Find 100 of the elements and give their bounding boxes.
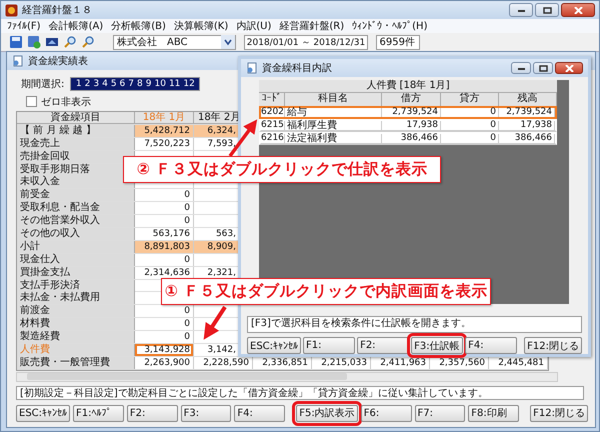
row-label: 未払金・未払費用 (17, 292, 135, 304)
row-label: 前渡金 (17, 305, 135, 318)
table-cell-text: 2,336,851 (261, 356, 309, 369)
table-cell-text: 2,228,590 (202, 356, 250, 369)
window-title: 資金繰実績表 (28, 54, 88, 68)
close-button[interactable] (561, 3, 595, 17)
scroll-thumb[interactable] (27, 372, 347, 380)
table-cell: 福利厚生費 (285, 121, 382, 130)
hint-message: [F3]で選択科目を検索条件に仕訳帳を開きます。 (247, 316, 582, 333)
table-cell: 給与 (285, 108, 382, 117)
table-cell: 17,938 (382, 121, 441, 130)
document-icon (12, 55, 24, 67)
table-cell: 5,428,712 (135, 124, 193, 137)
close-button[interactable] (555, 62, 583, 74)
row-label: 材料費 (17, 318, 135, 330)
menu-item[interactable]: ｳｨﾝﾄﾞｳ・ﾍﾙﾌﾟ(H) (352, 20, 428, 32)
row-label: 前受金 (17, 189, 135, 202)
menu-item[interactable]: ﾌｧｲﾙ(F) (7, 20, 41, 32)
menu-item[interactable]: 会計帳簿(A) (48, 19, 104, 33)
function-key-button[interactable]: F2: (126, 404, 178, 422)
row-label: 現金仕入 (17, 254, 135, 266)
close-icon (564, 64, 574, 72)
close-icon (574, 6, 582, 14)
table-cell: 2,739,524 (382, 108, 441, 117)
minimize-button[interactable] (511, 62, 531, 74)
callout: ② Ｆ３又はダブルクリックで仕訳を表示 (123, 156, 441, 183)
row-label: 売掛金回収 (17, 150, 135, 163)
row-label: 買掛金支払 (17, 266, 135, 279)
function-key-button[interactable]: F7: (414, 404, 466, 422)
table-cell-text: 563,176 (152, 228, 191, 240)
column-header: 資金繰項目 (17, 112, 135, 124)
function-key-button[interactable]: F6: (360, 404, 412, 422)
row-label: 現金売上 (17, 138, 135, 150)
menu-item[interactable]: 内訳(U) (236, 19, 272, 33)
function-key-button[interactable]: F4: (234, 404, 286, 422)
row-label: 受取利息・配当金 (17, 202, 135, 214)
menu-item[interactable]: 経営羅針盤(R) (279, 19, 344, 33)
maximize-icon (542, 6, 552, 14)
status-message: [初期設定－科目設定]で勘定科目ごとに設定した「借方資金繰」「貸方資金繰」に従い集計しています。 (16, 386, 584, 400)
app-icon (5, 4, 18, 16)
table-cell-text: 2,321, (206, 266, 237, 279)
function-key-button[interactable]: F12:閉じる (524, 337, 582, 354)
function-key-button[interactable]: F8:印刷 (468, 404, 520, 422)
table-cell: 6216 (261, 134, 285, 143)
row-label: 小計 (17, 240, 135, 253)
row-label: その他の収入 (17, 228, 135, 240)
monitor-icon[interactable] (45, 35, 59, 49)
checkbox[interactable] (26, 96, 37, 107)
function-key-button[interactable]: F1: (303, 337, 356, 354)
table-cell-text: 0 (183, 189, 191, 202)
column-header: 残高 (499, 93, 557, 106)
minimize-icon (516, 7, 526, 13)
menu-item[interactable]: 分析帳簿(B) (111, 19, 166, 33)
table-cell: 8,891,803 (135, 240, 193, 253)
table-title: 人件費 [18年 1月] (259, 80, 557, 93)
table-cell: 0 (441, 134, 499, 143)
company-dropdown[interactable]: 株式会社 ABC (113, 34, 236, 50)
table-row[interactable]: 6215 福利厚生費 17,938 0 17,938 (259, 119, 557, 132)
caret-icon[interactable] (221, 35, 235, 49)
record-count: 6959件 (376, 34, 420, 50)
row-label: その他営業外収入 (17, 215, 135, 228)
row-label: 支払手形決済 (17, 280, 135, 292)
table-row[interactable]: 6216 法定福利費 386,466 0 386,466 (259, 132, 557, 145)
scrollbar[interactable] (16, 372, 558, 382)
table-cell-text: 2,357,560 (438, 356, 486, 369)
function-key-button[interactable]: F4: (465, 337, 518, 354)
function-key-button[interactable]: F2: (357, 337, 410, 354)
window-title: 経営羅針盤１８ (22, 4, 92, 17)
row-label: 人件費 (17, 344, 135, 356)
save-icon[interactable] (9, 35, 23, 49)
function-key-button[interactable]: ESC:ｷｬﾝｾﾙ (247, 337, 302, 354)
menu-item[interactable]: 決算帳簿(K) (174, 19, 228, 33)
arrow (204, 306, 227, 340)
table-cell: 法定福利費 (285, 134, 382, 143)
function-key-button[interactable]: F3: (180, 404, 232, 422)
callout: ① Ｆ５又はダブルクリックで内訳画面を表示 (161, 278, 491, 305)
function-key-button[interactable]: F12:閉じる (530, 404, 588, 422)
maximize-button[interactable] (533, 62, 553, 74)
magnifier-icon[interactable] (63, 35, 77, 49)
table-cell-text: 0 (183, 318, 191, 330)
table-cell-text: 2,411,963 (379, 356, 427, 369)
table-cell-text: 0 (183, 202, 191, 214)
table-cell-text: 2,445,481 (497, 356, 545, 369)
table-cell: 0 (441, 121, 499, 130)
maximize-button[interactable] (535, 3, 559, 17)
minimize-button[interactable] (509, 3, 533, 17)
minimize-icon (516, 65, 526, 71)
table-cell-text: 563, (214, 228, 237, 240)
column-header: 貸方 (441, 93, 499, 106)
table-cell-text: 0 (183, 331, 191, 344)
row-label: 【 前 月 繰 越 】 (17, 124, 135, 137)
function-key-button[interactable]: ESC:ｷｬﾝｾﾙ (16, 404, 70, 422)
column-header: ｺｰﾄﾞ (259, 93, 285, 106)
magnifier-icon[interactable] (81, 35, 95, 49)
table-cell: 17,938 (499, 121, 555, 130)
function-key-button[interactable]: F1:ﾍﾙﾌﾟ (73, 404, 124, 422)
table-row[interactable]: 6202 給与 2,739,524 0 2,739,524 (259, 106, 557, 119)
document-icon (246, 62, 258, 74)
table-cell: 6202 (261, 108, 285, 117)
table-cell-text: 0 (183, 215, 191, 228)
